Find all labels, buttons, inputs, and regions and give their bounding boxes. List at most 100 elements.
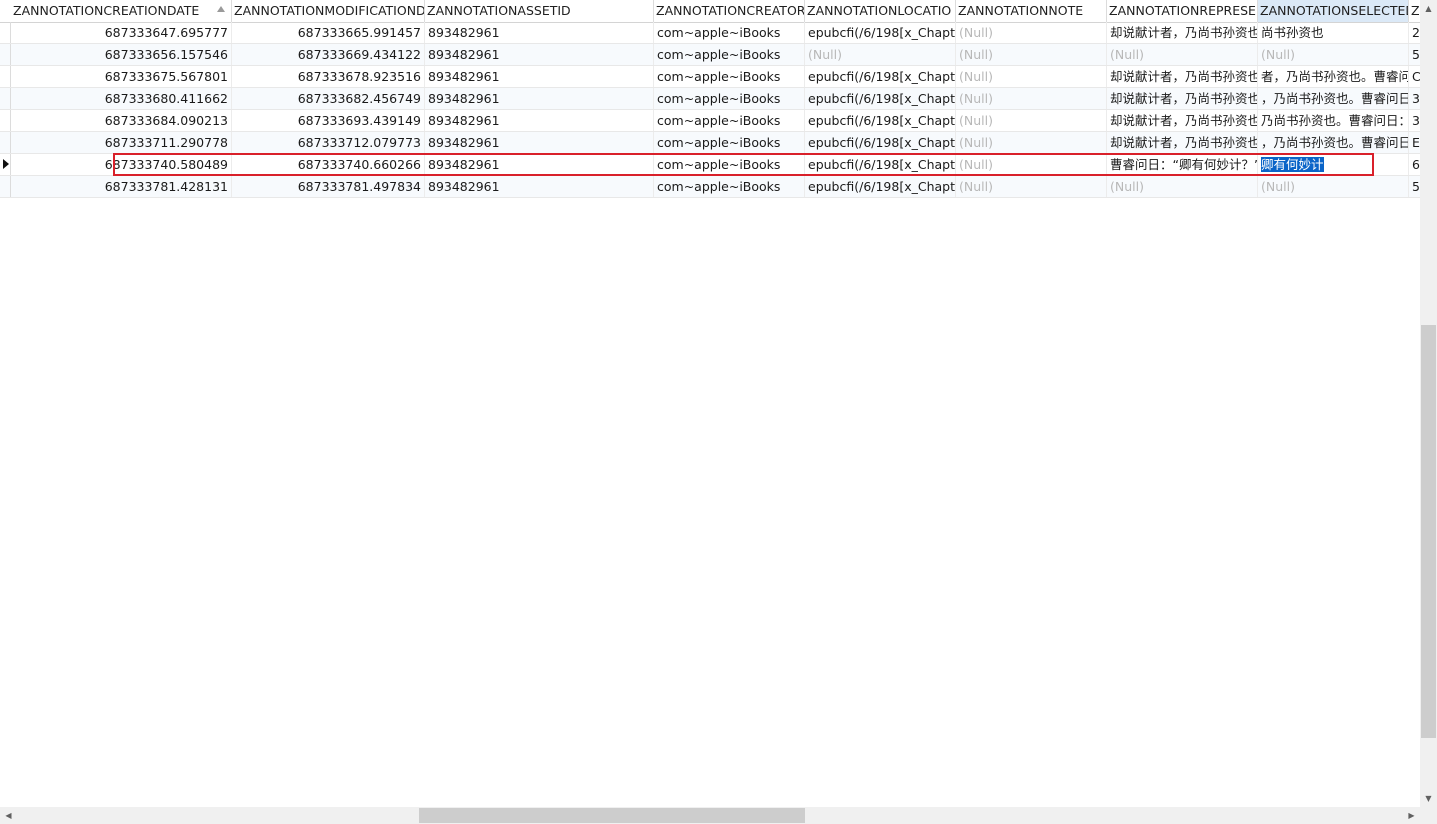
row-indicator[interactable] xyxy=(0,132,11,153)
cell-location[interactable]: epubcfi(/6/198[x_Chapter( xyxy=(805,22,956,43)
cell-asset-id[interactable]: 893482961 xyxy=(425,66,654,87)
row-indicator[interactable] xyxy=(0,176,11,197)
cell-asset-id[interactable]: 893482961 xyxy=(425,88,654,109)
cell-creator[interactable]: com~apple~iBooks xyxy=(654,44,805,65)
cell-represent[interactable]: (Null) xyxy=(1107,44,1258,65)
cell-location[interactable]: (Null) xyxy=(805,44,956,65)
row-indicator[interactable] xyxy=(0,110,11,131)
cell-creator[interactable]: com~apple~iBooks xyxy=(654,66,805,87)
cell-creation-date[interactable]: 687333711.290778 xyxy=(11,132,232,153)
cell-creator[interactable]: com~apple~iBooks xyxy=(654,88,805,109)
column-header-note[interactable]: ZANNOTATIONNOTE xyxy=(956,0,1107,22)
cell-next[interactable]: 5( xyxy=(1409,176,1420,197)
cell-location[interactable]: epubcfi(/6/198[x_Chapter( xyxy=(805,132,956,153)
column-header-creator[interactable]: ZANNOTATIONCREATOR xyxy=(654,0,805,22)
cell-location[interactable]: epubcfi(/6/198[x_Chapter( xyxy=(805,88,956,109)
cell-asset-id[interactable]: 893482961 xyxy=(425,44,654,65)
column-header-represent[interactable]: ZANNOTATIONREPRESEN xyxy=(1107,0,1258,22)
scroll-up-arrow-icon[interactable]: ▲ xyxy=(1420,0,1437,17)
cell-represent[interactable]: 却说献计者，乃尚书孙资也。 xyxy=(1107,88,1258,109)
cell-location[interactable]: epubcfi(/6/198[x_Chapter( xyxy=(805,154,956,175)
cell-asset-id[interactable]: 893482961 xyxy=(425,154,654,175)
cell-represent[interactable]: 却说献计者，乃尚书孙资也。 xyxy=(1107,110,1258,131)
table-row[interactable]: 687333680.411662 687333682.456749 89348296… xyxy=(0,88,1420,110)
table-row[interactable]: 687333647.695777 687333665.991457 89348296… xyxy=(0,22,1420,44)
table-row[interactable]: 687333684.090213 687333693.439149 89348296… xyxy=(0,110,1420,132)
cell-selected[interactable]: ，乃尚书孙资也。曹睿问日： xyxy=(1258,132,1409,153)
cell-represent[interactable]: (Null) xyxy=(1107,176,1258,197)
scroll-down-arrow-icon[interactable]: ▼ xyxy=(1420,790,1437,807)
cell-modification-date[interactable]: 687333665.991457 xyxy=(232,22,425,43)
cell-creation-date[interactable]: 687333656.157546 xyxy=(11,44,232,65)
cell-creator[interactable]: com~apple~iBooks xyxy=(654,110,805,131)
cell-note[interactable]: (Null) xyxy=(956,66,1107,87)
table-row[interactable]: 687333781.428131 687333781.497834 89348296… xyxy=(0,176,1420,198)
horizontal-scrollbar[interactable]: ◀ ▶ xyxy=(0,807,1420,824)
scroll-left-arrow-icon[interactable]: ◀ xyxy=(0,807,17,824)
cell-modification-date[interactable]: 687333678.923516 xyxy=(232,66,425,87)
table-row[interactable]: 687333675.567801 687333678.923516 89348296… xyxy=(0,66,1420,88)
cell-next[interactable]: 3! xyxy=(1409,110,1420,131)
cell-selected[interactable]: 卿有何妙计 xyxy=(1258,154,1409,175)
cell-note[interactable]: (Null) xyxy=(956,44,1107,65)
cell-next[interactable]: E( xyxy=(1409,132,1420,153)
column-header-modification-date[interactable]: ZANNOTATIONMODIFICATIOND xyxy=(232,0,425,22)
cell-note[interactable]: (Null) xyxy=(956,88,1107,109)
cell-selected[interactable]: ，乃尚书孙资也。曹睿问日： xyxy=(1258,88,1409,109)
column-header-asset-id[interactable]: ZANNOTATIONASSETID xyxy=(425,0,654,22)
cell-asset-id[interactable]: 893482961 xyxy=(425,22,654,43)
cell-location[interactable]: epubcfi(/6/198[x_Chapter( xyxy=(805,110,956,131)
scroll-right-arrow-icon[interactable]: ▶ xyxy=(1403,807,1420,824)
table-row[interactable]: 687333656.157546 687333669.434122 89348296… xyxy=(0,44,1420,66)
cell-selected[interactable]: (Null) xyxy=(1258,176,1409,197)
cell-next[interactable]: 3/ xyxy=(1409,88,1420,109)
cell-modification-date[interactable]: 687333669.434122 xyxy=(232,44,425,65)
cell-modification-date[interactable]: 687333693.439149 xyxy=(232,110,425,131)
cell-selected[interactable]: 乃尚书孙资也。曹睿问日：“ xyxy=(1258,110,1409,131)
row-indicator[interactable] xyxy=(0,22,11,43)
cell-creation-date[interactable]: 687333684.090213 xyxy=(11,110,232,131)
cell-represent[interactable]: 却说献计者，乃尚书孙资也。 xyxy=(1107,132,1258,153)
cell-note[interactable]: (Null) xyxy=(956,110,1107,131)
cell-note[interactable]: (Null) xyxy=(956,154,1107,175)
cell-creator[interactable]: com~apple~iBooks xyxy=(654,176,805,197)
table-row[interactable]: 687333711.290778 687333712.079773 89348296… xyxy=(0,132,1420,154)
column-header-creation-date[interactable]: ZANNOTATIONCREATIONDATE xyxy=(11,0,232,22)
cell-next[interactable]: 5( xyxy=(1409,44,1420,65)
cell-creation-date[interactable]: 687333740.580489 xyxy=(11,154,232,175)
row-indicator[interactable] xyxy=(0,66,11,87)
cell-note[interactable]: (Null) xyxy=(956,132,1107,153)
cell-location[interactable]: epubcfi(/6/198[x_Chapter( xyxy=(805,176,956,197)
row-indicator[interactable] xyxy=(0,44,11,65)
cell-note[interactable]: (Null) xyxy=(956,176,1107,197)
vertical-scroll-thumb[interactable] xyxy=(1421,325,1436,738)
cell-asset-id[interactable]: 893482961 xyxy=(425,176,654,197)
cell-modification-date[interactable]: 687333740.660266 xyxy=(232,154,425,175)
table-row[interactable]: 687333740.580489 687333740.660266 89348296… xyxy=(0,154,1420,176)
cell-creation-date[interactable]: 687333647.695777 xyxy=(11,22,232,43)
cell-selected[interactable]: 者，乃尚书孙资也。曹睿问日 xyxy=(1258,66,1409,87)
cell-asset-id[interactable]: 893482961 xyxy=(425,110,654,131)
cell-represent[interactable]: 却说献计者，乃尚书孙资也。 xyxy=(1107,22,1258,43)
cell-location[interactable]: epubcfi(/6/198[x_Chapter( xyxy=(805,66,956,87)
cell-note[interactable]: (Null) xyxy=(956,22,1107,43)
cell-represent[interactable]: 却说献计者，乃尚书孙资也。 xyxy=(1107,66,1258,87)
column-header-next[interactable]: Z xyxy=(1409,0,1420,22)
cell-modification-date[interactable]: 687333682.456749 xyxy=(232,88,425,109)
row-indicator[interactable] xyxy=(0,88,11,109)
cell-selected[interactable]: (Null) xyxy=(1258,44,1409,65)
row-indicator[interactable] xyxy=(0,154,11,175)
column-header-location[interactable]: ZANNOTATIONLOCATIO xyxy=(805,0,956,22)
cell-selected[interactable]: 尚书孙资也 xyxy=(1258,22,1409,43)
cell-creation-date[interactable]: 687333675.567801 xyxy=(11,66,232,87)
cell-creation-date[interactable]: 687333680.411662 xyxy=(11,88,232,109)
cell-represent[interactable]: 曹睿问日：“卿有何妙计？” xyxy=(1107,154,1258,175)
cell-modification-date[interactable]: 687333712.079773 xyxy=(232,132,425,153)
vertical-scrollbar[interactable]: ▲ ▼ xyxy=(1420,0,1437,807)
cell-creator[interactable]: com~apple~iBooks xyxy=(654,132,805,153)
horizontal-scroll-thumb[interactable] xyxy=(419,808,805,823)
cell-next[interactable]: 2: xyxy=(1409,22,1420,43)
cell-creator[interactable]: com~apple~iBooks xyxy=(654,154,805,175)
cell-asset-id[interactable]: 893482961 xyxy=(425,132,654,153)
cell-creator[interactable]: com~apple~iBooks xyxy=(654,22,805,43)
